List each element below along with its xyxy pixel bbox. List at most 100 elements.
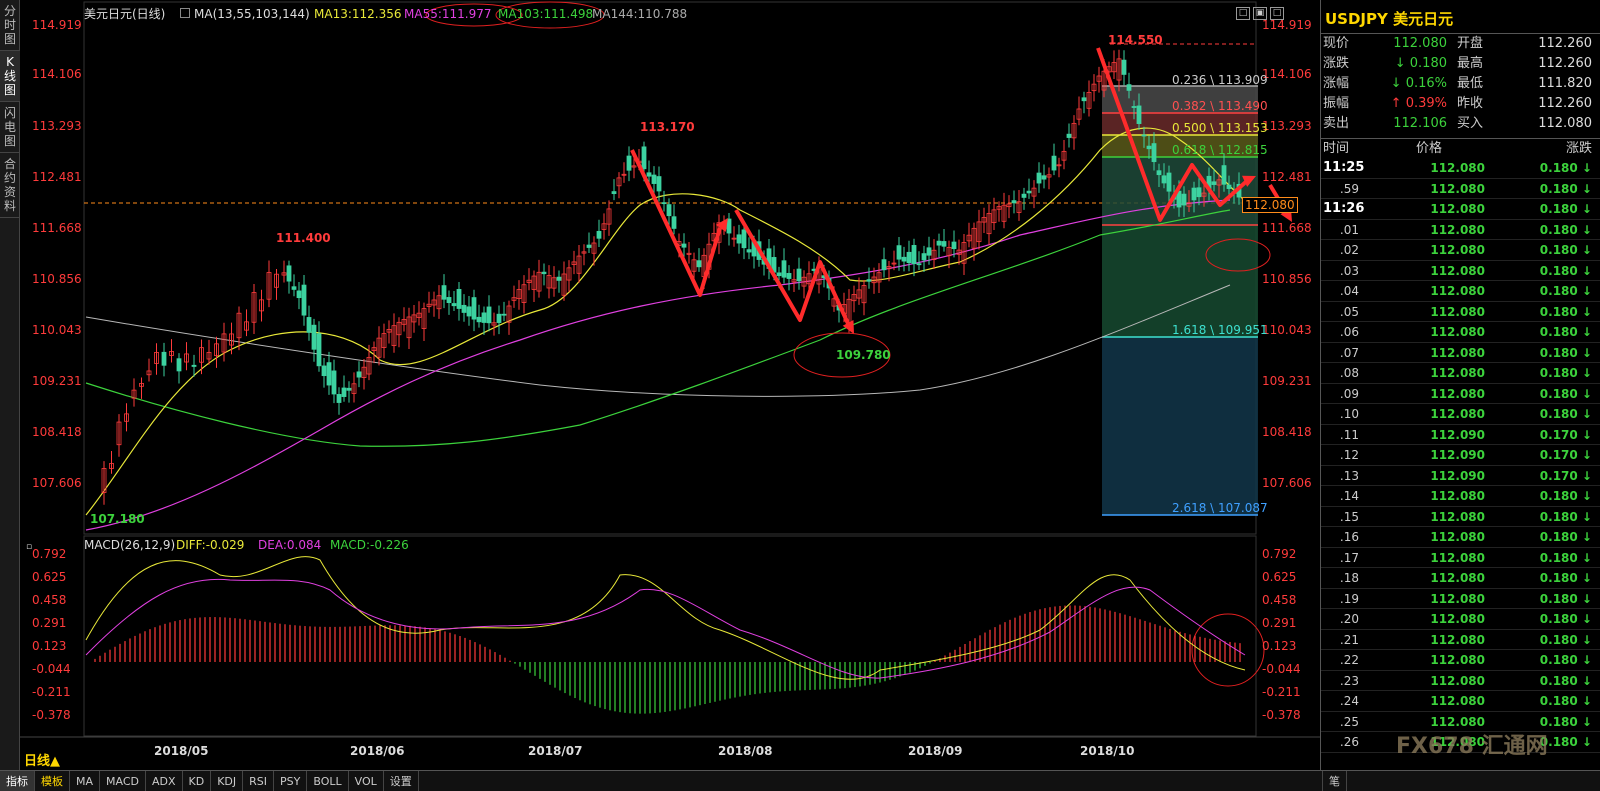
tick-row[interactable]: .05 112.080 0.180 ↓ xyxy=(1321,302,1600,322)
corner-label[interactable]: 笔 xyxy=(1322,770,1347,791)
tick-change: 0.180 ↓ xyxy=(1539,325,1592,339)
ma-settings-icon[interactable] xyxy=(180,8,190,18)
candle-body xyxy=(1211,181,1217,185)
tick-row[interactable]: .12 112.090 0.170 ↓ xyxy=(1321,445,1600,466)
tick-change: 0.180 ↓ xyxy=(1539,284,1592,298)
chart-area[interactable]: 美元日元(日线) MA(13,55,103,144) MA13:112.356 … xyxy=(20,0,1320,770)
start-low-label: 107.180 xyxy=(90,512,145,526)
tick-price: 112.080 xyxy=(1430,181,1485,196)
tick-row[interactable]: .04 112.080 0.180 ↓ xyxy=(1321,281,1600,302)
candle-body xyxy=(1161,175,1167,184)
macd-tick: 0.458 xyxy=(1262,593,1297,607)
fib-label-2618: 2.618 \ 107.087 xyxy=(1172,501,1268,515)
tick-row[interactable]: .11 112.090 0.170 ↓ xyxy=(1321,425,1600,445)
tick-row[interactable]: .59 112.080 0.180 ↓ xyxy=(1321,179,1600,199)
quote-row: 涨跌 ↓ 0.180 最高 112.260 xyxy=(1321,54,1600,74)
tick-time: .22 xyxy=(1339,653,1359,667)
tick-price: 112.080 xyxy=(1430,694,1485,708)
quote-value: 112.080 xyxy=(1393,36,1447,51)
tick-row[interactable]: .14 112.080 0.180 ↓ xyxy=(1321,486,1600,507)
tab-contract-info[interactable]: 合 约 资 料 xyxy=(0,153,20,218)
axis-tick: 111.668 xyxy=(32,221,82,235)
tab-settings[interactable]: 设置 xyxy=(384,770,419,791)
tick-price: 112.080 xyxy=(1430,325,1485,339)
axis-tick: 110.043 xyxy=(32,323,82,337)
quote-key: 现价 xyxy=(1323,36,1350,51)
tick-time: .15 xyxy=(1339,509,1359,524)
tick-time: .18 xyxy=(1339,571,1359,585)
candle-body xyxy=(696,260,702,268)
candle-body xyxy=(301,284,307,316)
tick-row[interactable]: .03 112.080 0.180 ↓ xyxy=(1321,261,1600,281)
tick-row[interactable]: .20 112.080 0.180 ↓ xyxy=(1321,609,1600,630)
tab-rsi[interactable]: RSI xyxy=(243,770,275,791)
tab-flash[interactable]: 闪 电 图 xyxy=(0,102,20,153)
tick-row[interactable]: .18 112.080 0.180 ↓ xyxy=(1321,568,1600,589)
date-tick: 2018/07 xyxy=(528,744,583,758)
tick-row[interactable]: 11:25 112.080 0.180 ↓ xyxy=(1321,158,1600,179)
tick-row[interactable]: .16 112.080 0.180 ↓ xyxy=(1321,527,1600,548)
price-chart[interactable] xyxy=(20,0,1320,770)
axis-tick: 112.481 xyxy=(32,170,82,184)
tick-price: 112.080 xyxy=(1430,550,1485,565)
period-selector[interactable]: 日线▲ xyxy=(24,750,60,769)
tick-row[interactable]: .02 112.080 0.180 ↓ xyxy=(1321,240,1600,261)
tick-row[interactable]: .21 112.080 0.180 ↓ xyxy=(1321,630,1600,650)
tick-time: .09 xyxy=(1339,386,1359,401)
fib-label-0236: 0.236 \ 113.909 xyxy=(1172,73,1268,87)
tick-price: 112.080 xyxy=(1430,591,1485,606)
tick-table[interactable]: 11:25 112.080 0.180 ↓ .59 112.080 0.180 ↓ 11:2… xyxy=(1321,158,1600,753)
candle-body xyxy=(796,268,802,282)
tab-psy[interactable]: PSY xyxy=(274,770,308,791)
macd-tick: -0.378 xyxy=(32,708,71,722)
tab-macd[interactable]: MACD xyxy=(100,770,146,791)
restore-icon[interactable]: □ xyxy=(1236,7,1250,20)
tab-vol[interactable]: VOL xyxy=(349,770,384,791)
tick-row[interactable]: 11:26 112.080 0.180 ↓ xyxy=(1321,199,1600,220)
candle-body xyxy=(781,260,787,278)
tab-templates[interactable]: 模板 xyxy=(35,770,70,791)
tab-intraday[interactable]: 分 时 图 xyxy=(0,0,20,51)
tab-indicators[interactable]: 指标 xyxy=(0,770,35,791)
tick-row[interactable]: .06 112.080 0.180 ↓ xyxy=(1321,322,1600,343)
candle-body xyxy=(331,370,337,395)
tab-adx[interactable]: ADX xyxy=(146,770,183,791)
tick-change: 0.180 ↓ xyxy=(1539,304,1592,319)
tick-row[interactable]: .13 112.090 0.170 ↓ xyxy=(1321,466,1600,486)
tick-row[interactable]: .22 112.080 0.180 ↓ xyxy=(1321,650,1600,671)
ma13-value: MA13:112.356 xyxy=(314,7,402,21)
date-tick: 2018/10 xyxy=(1080,744,1135,758)
tick-row[interactable]: .15 112.080 0.180 ↓ xyxy=(1321,507,1600,527)
quote-panel: USDJPY 美元日元 现价 112.080 开盘 112.260 涨跌 ↓ 0.180 最… xyxy=(1320,0,1600,770)
tick-row[interactable]: .19 112.080 0.180 ↓ xyxy=(1321,589,1600,609)
tick-row[interactable]: .09 112.080 0.180 ↓ xyxy=(1321,384,1600,404)
tick-row[interactable]: .08 112.080 0.180 ↓ xyxy=(1321,363,1600,384)
tick-row[interactable]: .10 112.080 0.180 ↓ xyxy=(1321,404,1600,425)
tick-row[interactable]: .17 112.080 0.180 ↓ xyxy=(1321,548,1600,568)
tick-change: 0.180 ↓ xyxy=(1539,612,1592,626)
tab-kdj[interactable]: KDJ xyxy=(211,770,244,791)
candle-body xyxy=(311,324,317,350)
candle-body xyxy=(1221,165,1227,185)
tick-price: 112.080 xyxy=(1430,509,1485,524)
tick-price: 112.090 xyxy=(1430,468,1485,483)
tick-time: .14 xyxy=(1339,489,1359,503)
candle-body xyxy=(1026,190,1032,194)
candle-body xyxy=(481,312,487,323)
candle-body xyxy=(776,272,782,277)
tick-time: 11:26 xyxy=(1323,201,1365,216)
candle-body xyxy=(726,218,732,234)
tab-ma[interactable]: MA xyxy=(70,770,101,791)
candle-body xyxy=(936,240,942,246)
tick-row[interactable]: .01 112.080 0.180 ↓ xyxy=(1321,220,1600,240)
candle-body xyxy=(1041,175,1047,180)
tab-kd[interactable]: KD xyxy=(183,770,212,791)
tab-boll[interactable]: BOLL xyxy=(307,770,349,791)
candle-body xyxy=(306,317,312,333)
tick-row[interactable]: .24 112.080 0.180 ↓ xyxy=(1321,691,1600,712)
tab-kline[interactable]: K 线 图 xyxy=(0,51,20,102)
macd-tick: 0.625 xyxy=(1262,570,1297,584)
tick-time: .08 xyxy=(1339,366,1359,380)
tick-row[interactable]: .07 112.080 0.180 ↓ xyxy=(1321,343,1600,363)
tick-row[interactable]: .23 112.080 0.180 ↓ xyxy=(1321,671,1600,691)
